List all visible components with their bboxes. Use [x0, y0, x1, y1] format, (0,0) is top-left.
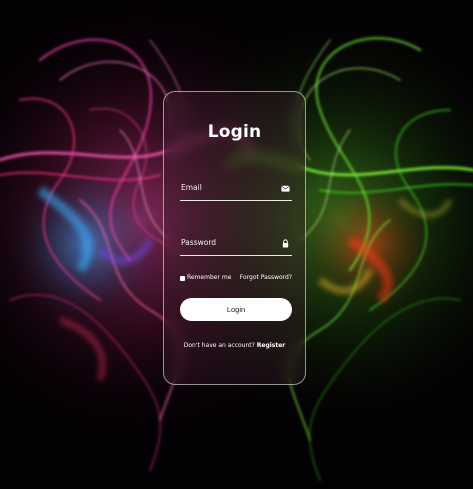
login-page: Login Email Password Remember me Forgot …: [0, 0, 473, 489]
remember-me-checkbox[interactable]: [180, 276, 185, 281]
email-placeholder: Email: [181, 183, 202, 192]
login-card: Login Email Password Remember me Forgot …: [163, 91, 306, 385]
no-account-text: Don't have an account?: [183, 342, 255, 349]
options-row: Remember me Forgot Password?: [180, 274, 292, 286]
email-field[interactable]: Email: [180, 178, 292, 201]
lock-icon: [282, 239, 289, 248]
login-button[interactable]: Login: [180, 298, 292, 321]
login-title: Login: [207, 122, 262, 142]
envelope-icon: [281, 185, 290, 192]
register-row: Don't have an account? Register: [164, 342, 305, 349]
password-placeholder: Password: [181, 238, 217, 247]
remember-me-label[interactable]: Remember me: [187, 274, 231, 281]
password-field[interactable]: Password: [180, 233, 292, 256]
forgot-password-link[interactable]: Forgot Password?: [240, 274, 292, 281]
register-link[interactable]: Register: [257, 342, 286, 349]
